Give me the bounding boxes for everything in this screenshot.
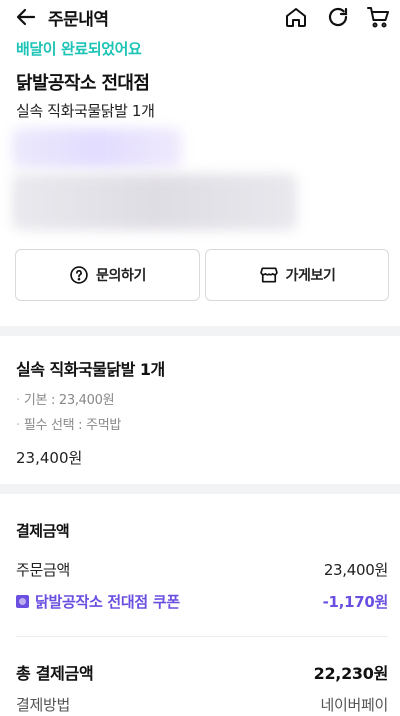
item-option: · 필수 선택 : 주먹밥 (16, 418, 122, 433)
payment-section-title: 결제금액 (16, 522, 70, 540)
question-circle-icon (70, 266, 88, 284)
coupon-row: 닭발공작소 전대점 쿠폰 -1,170원 (16, 591, 388, 612)
coupon-icon (16, 595, 29, 608)
coupon-value: -1,170원 (322, 593, 389, 611)
order-amount-value: 23,400원 (323, 561, 388, 579)
payment-divider (16, 636, 388, 637)
coupon-label: 닭발공작소 전대점 쿠폰 (35, 593, 180, 611)
inquiry-button-label: 문의하기 (96, 268, 146, 284)
blurred-line (12, 128, 182, 168)
section-divider (0, 484, 400, 494)
view-store-button-label: 가게보기 (285, 268, 336, 284)
item-summary: 실속 직화국물닭발 1개 (16, 102, 155, 120)
section-divider (0, 326, 400, 336)
blurred-line (12, 174, 297, 230)
payment-method-value: 네이버페이 (320, 696, 388, 714)
delivery-status: 배달이 완료되었어요 (16, 40, 142, 58)
cart-icon[interactable] (366, 5, 390, 29)
item-option: · 기본 : 23,400원 (16, 393, 115, 408)
item-name: 실속 직화국물닭발 1개 (16, 360, 165, 379)
inquiry-button[interactable]: 문의하기 (15, 249, 200, 301)
page-title: 주문내역 (48, 10, 109, 30)
refresh-icon[interactable] (326, 5, 350, 29)
store-name: 닭발공작소 전대점 (16, 73, 150, 94)
item-price: 23,400원 (16, 449, 83, 467)
order-amount-row: 주문금액 23,400원 (16, 559, 388, 580)
home-icon[interactable] (284, 5, 308, 29)
order-amount-label: 주문금액 (16, 561, 71, 579)
blurred-address-info (12, 128, 302, 232)
total-label: 총 결제금액 (16, 664, 94, 683)
arrow-left-icon[interactable] (14, 5, 38, 29)
payment-method-label: 결제방법 (16, 696, 71, 714)
payment-method-row: 결제방법 네이버페이 (16, 694, 388, 715)
store-icon (259, 267, 278, 283)
view-store-button[interactable]: 가게보기 (205, 249, 389, 301)
top-bar: 주문내역 (0, 0, 400, 34)
total-row: 총 결제금액 22,230원 (16, 660, 388, 684)
total-value: 22,230원 (313, 664, 389, 683)
